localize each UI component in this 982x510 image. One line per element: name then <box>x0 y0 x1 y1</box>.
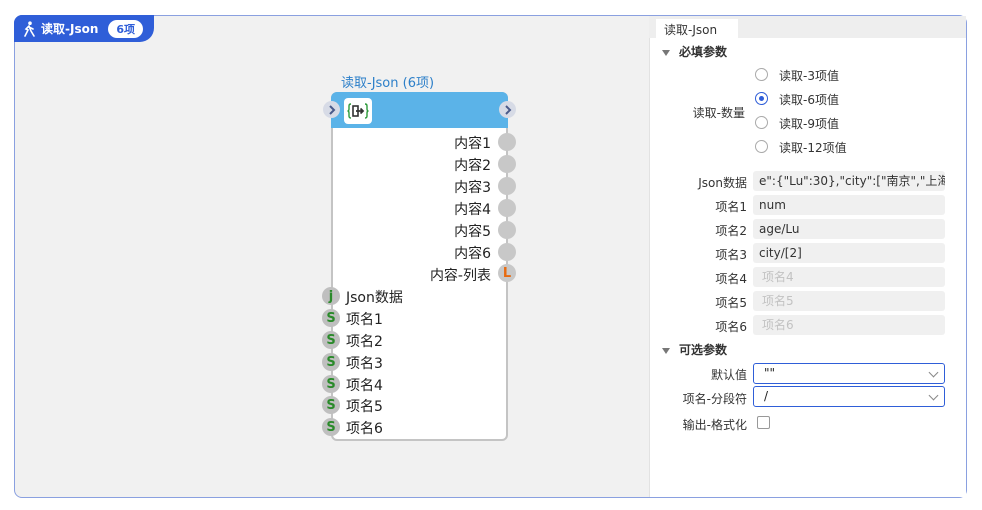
string-input-port[interactable]: S <box>322 331 340 349</box>
default-value-label: 默认值 <box>710 368 747 382</box>
radio-count-9[interactable] <box>755 116 768 129</box>
chevron-down-icon <box>928 390 939 401</box>
item-name-field[interactable]: num <box>753 195 945 215</box>
item-name-label: 项名6 <box>715 320 747 334</box>
output-port[interactable] <box>498 243 516 261</box>
tab-json-read[interactable]: 读取-Json <box>656 19 738 38</box>
separator-text: / <box>764 389 769 403</box>
default-value-select[interactable]: "" <box>753 363 945 384</box>
item-name-field[interactable]: city/[2] <box>753 243 945 263</box>
output-port[interactable] <box>498 133 516 151</box>
item-name-label: 项名5 <box>715 296 747 310</box>
item-name-label: 项名1 <box>715 200 747 214</box>
string-input-port[interactable]: S <box>322 309 340 327</box>
output-label: 内容2 <box>454 158 491 174</box>
output-port[interactable] <box>498 177 516 195</box>
optional-section-header[interactable]: 可选参数 <box>662 341 727 358</box>
json-data-label: Json数据 <box>698 176 747 190</box>
list-output-port[interactable]: L <box>498 264 516 282</box>
string-input-port[interactable]: S <box>322 353 340 371</box>
output-label: 内容6 <box>454 246 491 262</box>
radio-count-12[interactable] <box>755 140 768 153</box>
input-label: 项名3 <box>346 356 383 372</box>
json-data-field[interactable]: e":{"Lu":30},"city":["南京","上海"]} <box>753 171 945 191</box>
component-title: 读取-Json <box>41 22 99 36</box>
format-output-label: 输出-格式化 <box>682 418 747 432</box>
string-input-port[interactable]: S <box>322 418 340 436</box>
input-label: Json数据 <box>346 290 403 306</box>
radio-count-12-label[interactable]: 读取-12项值 <box>779 139 847 156</box>
string-input-port[interactable]: S <box>322 396 340 414</box>
component-title-tab[interactable]: 读取-Json 6项 <box>14 15 154 42</box>
item-count-badge: 6项 <box>108 19 144 38</box>
flow-out-port[interactable] <box>499 101 516 118</box>
chevron-down-icon <box>928 367 939 378</box>
input-label: 项名4 <box>346 378 383 394</box>
separator-label: 项名-分段符 <box>682 392 747 406</box>
run-icon <box>24 20 35 37</box>
input-label: 项名2 <box>346 334 383 350</box>
list-output-label: 内容-列表 <box>429 268 491 284</box>
format-output-checkbox[interactable] <box>757 416 770 429</box>
separator-select[interactable]: / <box>753 386 945 407</box>
radio-count-3[interactable] <box>755 68 768 81</box>
node-title: 读取-Json (6项) <box>341 76 435 91</box>
output-port[interactable] <box>498 199 516 217</box>
collapse-triangle-icon <box>662 49 670 56</box>
item-name-field[interactable]: 项名5 <box>753 291 945 311</box>
item-name-field[interactable]: age/Lu <box>753 219 945 239</box>
json-export-icon-glyph <box>347 103 369 119</box>
input-label: 项名6 <box>346 421 383 437</box>
string-input-port[interactable]: S <box>322 375 340 393</box>
item-name-field[interactable]: 项名4 <box>753 267 945 287</box>
collapse-triangle-icon <box>662 347 670 354</box>
json-input-port[interactable]: j <box>322 287 340 305</box>
input-label: 项名5 <box>346 399 383 415</box>
item-name-label: 项名2 <box>715 224 747 238</box>
default-value-text: "" <box>764 366 776 380</box>
output-label: 内容4 <box>454 202 491 218</box>
output-port[interactable] <box>498 155 516 173</box>
required-section-header[interactable]: 必填参数 <box>662 43 727 60</box>
flow-in-port[interactable] <box>323 101 340 118</box>
chevron-right-icon <box>328 104 335 115</box>
optional-section-label: 可选参数 <box>679 343 728 357</box>
output-label: 内容1 <box>454 136 491 152</box>
item-name-label: 项名3 <box>715 248 747 262</box>
output-port[interactable] <box>498 221 516 239</box>
item-name-field[interactable]: 项名6 <box>753 315 945 335</box>
input-label: 项名1 <box>346 312 383 328</box>
chevron-right-icon <box>504 104 511 115</box>
radio-count-3-label[interactable]: 读取-3项值 <box>779 67 839 84</box>
radio-count-6-label[interactable]: 读取-6项值 <box>779 91 839 108</box>
output-label: 内容3 <box>454 180 491 196</box>
item-name-label: 项名4 <box>715 272 747 286</box>
radio-count-6[interactable] <box>755 92 768 105</box>
required-section-label: 必填参数 <box>679 45 728 59</box>
output-label: 内容5 <box>454 224 491 240</box>
json-export-icon <box>344 98 372 124</box>
radio-count-9-label[interactable]: 读取-9项值 <box>779 115 839 132</box>
count-label: 读取-数量 <box>692 106 745 120</box>
